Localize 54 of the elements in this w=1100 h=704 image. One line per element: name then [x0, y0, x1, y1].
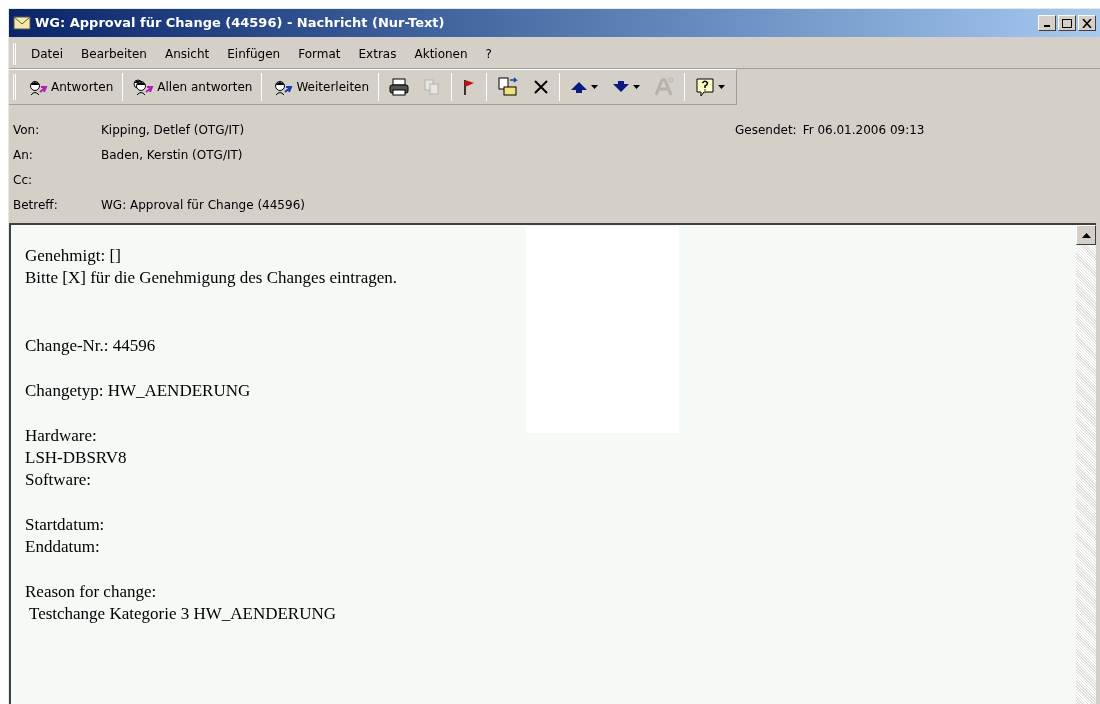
copy-icon: [423, 78, 442, 96]
body-line: Testchange Kategorie 3 HW_AENDERUNG: [27, 603, 338, 625]
menu-item[interactable]: Ansicht: [155, 44, 219, 63]
window-title: WG: Approval für Change (44596) - Nachricht (Nur-Text): [35, 14, 445, 33]
font-size-icon: [654, 77, 675, 97]
menu-item[interactable]: Format: [289, 44, 350, 63]
body-line: Changetyp: HW_AENDERUNG: [25, 380, 252, 402]
caret-icon: [591, 85, 599, 89]
field-label: Betreff:: [13, 196, 59, 214]
delete-icon: [533, 79, 550, 95]
triangle-up-icon: [1081, 232, 1091, 238]
menu-item[interactable]: Einfügen: [218, 44, 290, 63]
sent-label: Gesendet:: [734, 121, 797, 139]
envelope-icon: [13, 16, 31, 30]
maximize-button[interactable]: [1058, 15, 1076, 31]
field-label: An:: [13, 146, 34, 164]
menu-item[interactable]: Bearbeiten: [72, 44, 156, 63]
close-icon: [1082, 18, 1092, 28]
printer-icon: [389, 78, 410, 96]
sent-value: Fr 06.01.2006 09:13: [802, 121, 925, 139]
caret-icon: [633, 85, 641, 89]
arrow-down-icon: [612, 80, 631, 94]
body-line: Change-Nr.: 44596: [25, 335, 157, 357]
toolbar-button[interactable]: Antworten: [20, 74, 120, 100]
minimize-icon: [1044, 25, 1050, 27]
caret-icon: [718, 85, 726, 89]
close-button[interactable]: [1078, 15, 1096, 31]
field-label: Cc:: [13, 171, 34, 189]
help-icon: [695, 77, 716, 97]
menu-item[interactable]: Aktionen: [405, 44, 477, 63]
minimize-button[interactable]: [1038, 15, 1056, 31]
arrow-up-icon: [570, 80, 589, 94]
field-value: Kipping, Detlef (OTG/IT): [101, 121, 245, 139]
field-label: Von:: [13, 121, 41, 139]
toolbar-button[interactable]: Weiterleiten: [265, 74, 376, 100]
scroll-up-button[interactable]: [1076, 225, 1096, 245]
toolbar-button[interactable]: Allen antworten: [126, 74, 259, 100]
body-line: Bitte [X] für die Genehmigung des Changes eintragen.: [25, 267, 398, 289]
field-value: WG: Approval für Change (44596): [101, 196, 305, 214]
field-value: Baden, Kerstin (OTG/IT): [101, 146, 243, 164]
menu-item[interactable]: Datei: [22, 44, 72, 63]
body-line: Software:: [25, 469, 93, 491]
menu-item[interactable]: Extras: [349, 44, 406, 63]
body-line: Reason for change:: [25, 581, 158, 603]
body-line: Enddatum:: [25, 536, 101, 558]
body-line: LSH-DBSRV8: [25, 447, 128, 469]
body-line: Startdatum:: [25, 514, 106, 536]
menu-item[interactable]: ?: [476, 44, 501, 63]
scrollbar[interactable]: [1076, 225, 1096, 704]
reply-all-icon: [132, 78, 155, 96]
move-to-folder-icon: [497, 77, 520, 97]
maximize-icon: [1062, 18, 1072, 28]
body-line: Hardware:: [25, 425, 98, 447]
body-line: Genehmigt: []: [25, 245, 122, 267]
